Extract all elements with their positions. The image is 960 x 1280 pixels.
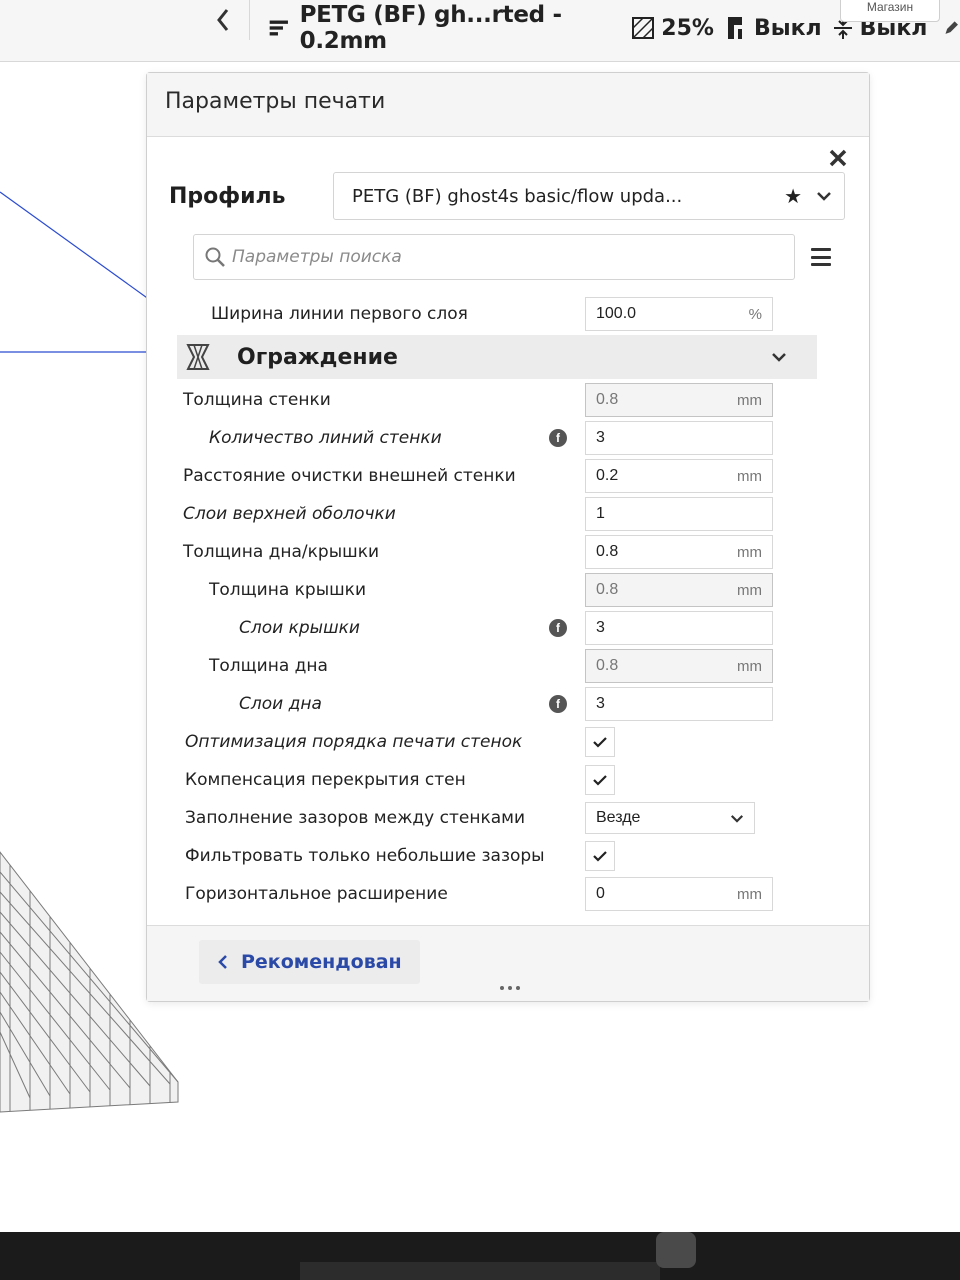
panel-header: Параметры печати	[147, 73, 869, 137]
setting-label: Ширина линии первого слоя	[211, 304, 468, 324]
support-value: Выкл	[753, 15, 822, 41]
shell-icon	[186, 344, 210, 370]
setting-label: Слои дна	[239, 694, 322, 714]
infill-summary: 25%	[631, 16, 714, 41]
infill-value: 25%	[661, 15, 714, 41]
back-button[interactable]	[196, 0, 250, 40]
bottom-layers-input[interactable]: 3	[585, 687, 773, 721]
panel-footer: Рекомендован	[147, 925, 869, 1001]
chevron-down-icon	[772, 353, 786, 362]
top-toolbar: PETG (BF) gh...rted - 0.2mm 25% Выкл Вык…	[0, 0, 960, 62]
info-icon[interactable]: f	[549, 429, 567, 447]
top-bottom-thickness-input[interactable]: 0.8 mm	[585, 535, 773, 569]
horizontal-expansion-input[interactable]: 0 mm	[585, 877, 773, 911]
setting-top-bottom-thickness: Толщина дна/крышки 0.8 mm	[177, 533, 817, 571]
setting-label: Толщина дна/крышки	[183, 542, 380, 562]
print-settings-panel: Параметры печати Профиль PETG (BF) ghost…	[146, 72, 870, 1002]
search-row	[193, 233, 835, 281]
profile-stack-icon	[269, 20, 288, 36]
check-icon	[593, 775, 607, 786]
setting-label: Горизонтальное расширение	[185, 884, 448, 904]
setting-top-surface-layers: Слои верхней оболочки 1	[177, 495, 817, 533]
setting-wall-overlap-comp: Компенсация перекрытия стен	[177, 761, 817, 799]
setting-label: Толщина дна	[209, 656, 328, 676]
info-icon[interactable]: f	[549, 695, 567, 713]
outer-wall-wipe-input[interactable]: 0.2 mm	[585, 459, 773, 493]
setting-optimize-wall-order: Оптимизация порядка печати стенок	[177, 723, 817, 761]
setting-wall-line-count: Количество линий стенки f 3	[177, 419, 817, 457]
top-layers-input[interactable]: 3	[585, 611, 773, 645]
setting-wall-thickness: Толщина стенки 0.8 mm	[177, 381, 817, 419]
top-surface-layers-input[interactable]: 1	[585, 497, 773, 531]
setting-label: Слои крышки	[239, 618, 360, 638]
top-thickness-input[interactable]: 0.8 mm	[585, 573, 773, 607]
search-input[interactable]	[232, 247, 784, 267]
settings-list[interactable]: Ширина линии первого слоя 100.0 % Огражд…	[177, 295, 817, 915]
setting-label: Толщина крышки	[209, 580, 367, 600]
chevron-left-icon	[216, 9, 228, 31]
setting-top-thickness: Толщина крышки 0.8 mm	[177, 571, 817, 609]
section-shell[interactable]: Ограждение	[177, 335, 817, 379]
setting-fill-gaps: Заполнение зазоров между стенками Везде	[177, 799, 817, 837]
setting-label: Заполнение зазоров между стенками	[185, 808, 526, 828]
profile-summary-text: PETG (BF) gh...rted - 0.2mm	[299, 2, 562, 54]
pencil-icon[interactable]	[943, 18, 960, 38]
check-icon	[593, 737, 607, 748]
profile-row: Профиль PETG (BF) ghost4s basic/flow upd…	[169, 171, 845, 221]
chevron-down-icon	[817, 192, 831, 201]
setting-horizontal-expansion: Горизонтальное расширение 0 mm	[177, 875, 817, 913]
profile-label: Профиль	[169, 183, 286, 209]
resize-handle[interactable]	[497, 986, 523, 994]
wall-thickness-input[interactable]: 0.8 mm	[585, 383, 773, 417]
setting-filter-small-gaps: Фильтровать только небольшие зазоры	[177, 837, 817, 875]
hamburger-icon	[811, 248, 831, 251]
setting-label: Расстояние очистки внешней стенки	[183, 466, 516, 486]
monitor-bezel	[0, 1232, 960, 1280]
support-icon	[727, 17, 742, 39]
bottom-thickness-input[interactable]: 0.8 mm	[585, 649, 773, 683]
setting-bottom-layers: Слои дна f 3	[177, 685, 817, 723]
chevron-left-icon	[218, 955, 227, 969]
setting-label: Компенсация перекрытия стен	[185, 770, 466, 790]
setting-label: Фильтровать только небольшие зазоры	[185, 846, 545, 866]
close-button[interactable]	[825, 145, 851, 171]
panel-title: Параметры печати	[165, 89, 386, 114]
profile-dropdown[interactable]: PETG (BF) ghost4s basic/flow upda... ★	[333, 172, 845, 220]
setting-label: Оптимизация порядка печати стенок	[185, 732, 523, 752]
support-summary: Выкл	[724, 15, 822, 41]
info-icon[interactable]: f	[549, 619, 567, 637]
settings-visibility-menu[interactable]	[807, 244, 835, 270]
fill-gaps-select[interactable]: Везде	[585, 802, 755, 834]
close-icon	[829, 149, 847, 167]
check-icon	[593, 851, 607, 862]
chevron-down-icon	[730, 814, 744, 823]
profile-value: PETG (BF) ghost4s basic/flow upda...	[352, 185, 683, 207]
setting-top-layers: Слои крышки f 3	[177, 609, 817, 647]
setting-label: Количество линий стенки	[209, 428, 442, 448]
taskbar-app-icon	[656, 1232, 696, 1268]
wall-overlap-checkbox[interactable]	[585, 765, 615, 795]
setting-first-layer-width: Ширина линии первого слоя 100.0 %	[177, 295, 817, 333]
first-layer-width-input[interactable]: 100.0 %	[585, 297, 773, 331]
optimize-wall-order-checkbox[interactable]	[585, 727, 615, 757]
search-icon	[205, 247, 225, 267]
wall-line-count-input[interactable]: 3	[585, 421, 773, 455]
section-title: Ограждение	[237, 344, 398, 370]
setting-label: Толщина стенки	[183, 390, 331, 410]
setting-label: Слои верхней оболочки	[183, 504, 396, 524]
recommended-label: Рекомендован	[241, 951, 402, 973]
marketplace-button[interactable]: Магазин	[840, 0, 940, 22]
settings-search[interactable]	[193, 234, 795, 280]
setting-outer-wall-wipe: Расстояние очистки внешней стенки 0.2 mm	[177, 457, 817, 495]
infill-icon	[632, 17, 655, 39]
recommended-mode-button[interactable]: Рекомендован	[199, 940, 420, 984]
star-icon[interactable]: ★	[784, 184, 802, 209]
taskbar-edge	[300, 1262, 660, 1280]
setting-bottom-thickness: Толщина дна 0.8 mm	[177, 647, 817, 685]
filter-small-gaps-checkbox[interactable]	[585, 841, 615, 871]
